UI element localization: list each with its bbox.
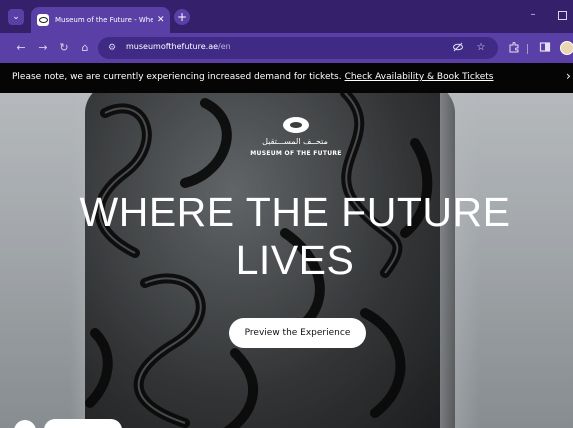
notice-text: Please note, we are currently experienci… <box>12 72 342 82</box>
new-tab-button[interactable]: + <box>174 9 190 25</box>
eye-off-icon[interactable] <box>451 41 465 55</box>
ticket-notice-bar: Please note, we are currently experienci… <box>0 63 573 93</box>
url-host: museumofthefuture.ae <box>126 42 219 51</box>
site-favicon-icon <box>37 14 49 26</box>
museum-logo-icon <box>283 117 309 133</box>
window-minimize-button[interactable]: – <box>528 9 538 21</box>
browser-tab-strip: ⌄ Museum of the Future - Where Th ✕ + – <box>0 0 573 33</box>
address-bar[interactable]: ⚙ museumofthefuture.ae/en ☆ <box>98 37 498 59</box>
headline-line-2: LIVES <box>235 237 355 283</box>
tab-search-button[interactable]: ⌄ <box>8 9 24 25</box>
hero-section: متحــف المســـتقبل MUSEUM OF THE FUTURE … <box>0 93 573 428</box>
sidepanel-icon[interactable] <box>538 41 552 55</box>
home-button[interactable]: ⌂ <box>78 41 92 55</box>
reload-button[interactable]: ↻ <box>57 41 71 55</box>
preview-experience-button[interactable]: Preview the Experience <box>229 318 366 348</box>
tab-close-icon[interactable]: ✕ <box>157 15 165 25</box>
url-path: /en <box>218 42 231 51</box>
logo-arabic-text: متحــف المســـتقبل <box>262 137 328 146</box>
window-maximize-button[interactable] <box>558 11 567 20</box>
url-text[interactable]: museumofthefuture.ae/en <box>126 42 231 51</box>
notice-message: Please note, we are currently experienci… <box>12 72 493 82</box>
toolbar-divider <box>527 44 528 54</box>
star-icon[interactable]: ☆ <box>474 41 488 55</box>
hero-headline: WHERE THE FUTURE LIVES <box>60 188 530 284</box>
browser-tab-active[interactable]: Museum of the Future - Where Th ✕ <box>31 7 170 33</box>
logo-english-text: MUSEUM OF THE FUTURE <box>250 150 342 157</box>
notice-next-arrow-icon[interactable]: › <box>566 69 571 83</box>
forward-button[interactable]: → <box>36 41 50 55</box>
tab-title: Museum of the Future - Where Th <box>55 16 153 24</box>
floating-pill-button[interactable] <box>44 419 122 428</box>
site-info-icon[interactable]: ⚙ <box>106 42 118 54</box>
browser-toolbar: ← → ↻ ⌂ ⚙ museumofthefuture.ae/en ☆ <box>0 33 573 63</box>
check-availability-link[interactable]: Check Availability & Book Tickets <box>345 72 494 82</box>
profile-avatar[interactable] <box>560 41 573 55</box>
extensions-icon[interactable] <box>507 41 521 55</box>
back-button[interactable]: ← <box>14 41 28 55</box>
headline-line-1: WHERE THE FUTURE <box>79 189 511 235</box>
